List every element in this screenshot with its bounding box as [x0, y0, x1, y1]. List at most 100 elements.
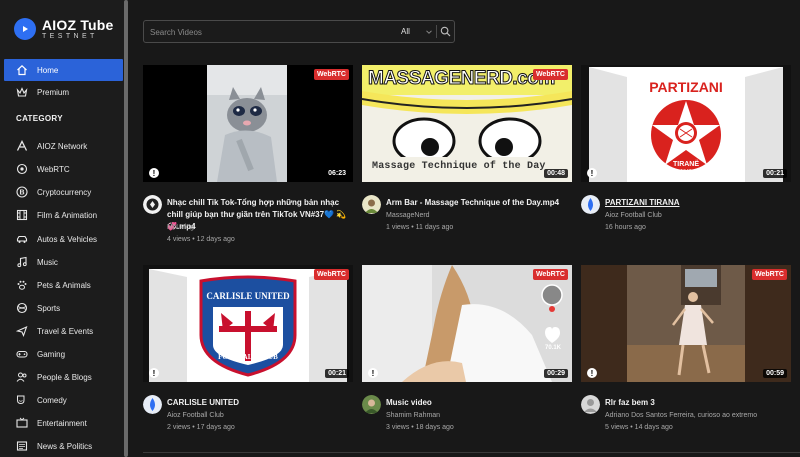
cat-thumbnail-image	[143, 65, 353, 182]
sidebar-item-entertainment[interactable]: Entertainment	[4, 412, 123, 434]
video-thumbnail[interactable]: 70.1K WebRTC 00:29 !	[362, 265, 572, 382]
sidebar-item-aioz-network[interactable]: AIOZ Network	[4, 135, 123, 157]
logo[interactable]: AIOZ Tube TESTNET	[14, 18, 114, 40]
sidebar-item-sports[interactable]: Sports	[4, 297, 123, 319]
logo-title: AIOZ Tube	[42, 17, 114, 33]
music-thumbnail-image	[362, 265, 572, 382]
tv-icon	[16, 417, 28, 429]
home-icon	[16, 64, 28, 76]
bitcoin-icon: B	[16, 186, 28, 198]
sidebar-item-cryptocurrency[interactable]: B Cryptocurrency	[4, 181, 123, 203]
avatar[interactable]	[362, 395, 381, 414]
sidebar-item-travel-events[interactable]: Travel & Events	[4, 320, 123, 342]
avatar[interactable]	[581, 195, 600, 214]
webrtc-badge: WebRTC	[532, 269, 568, 280]
video-meta: 4 views • 12 days ago	[167, 236, 235, 243]
video-duration: 00:48	[544, 169, 568, 178]
sidebar-item-premium[interactable]: Premium	[4, 81, 123, 103]
avatar[interactable]	[581, 395, 600, 414]
video-thumbnail[interactable]: WebRTC 06:23 !	[143, 65, 353, 182]
paw-icon	[16, 279, 28, 291]
webrtc-icon	[16, 163, 28, 175]
video-thumbnail[interactable]: PARTIZANI TIRANË 1946 00:21 !	[581, 65, 791, 182]
video-meta: 3 views • 18 days ago	[386, 424, 454, 431]
search-filter-select[interactable]: All	[401, 27, 410, 36]
video-title[interactable]: CARLISLE UNITED	[167, 397, 353, 409]
webrtc-badge: WebRTC	[751, 269, 787, 280]
sidebar-item-people-blogs[interactable]: People & Blogs	[4, 366, 123, 388]
sidebar-scrollbar[interactable]	[124, 0, 128, 457]
video-duration: 00:21	[763, 169, 787, 178]
news-icon	[16, 440, 28, 452]
video-thumbnail[interactable]: WebRTC 00:59 !	[581, 265, 791, 382]
sidebar-item-pets-animals[interactable]: Pets & Animals	[4, 274, 123, 296]
channel-name[interactable]: MassageNerd	[386, 212, 430, 219]
sidebar-item-news-politics[interactable]: News & Politics	[4, 435, 123, 457]
avatar[interactable]	[143, 395, 162, 414]
carlisle-thumbnail-image	[143, 265, 353, 382]
warning-icon[interactable]: !	[587, 168, 597, 178]
thumbnail-title-text: MASSAGENERD.com	[368, 68, 556, 90]
warning-icon[interactable]: !	[149, 168, 159, 178]
sidebar-item-webrtc[interactable]: WebRTC	[4, 158, 123, 180]
sidebar-item-autos-vehicles[interactable]: Autos & Vehicles	[4, 228, 123, 250]
avatar[interactable]	[143, 195, 162, 214]
channel-name[interactable]: Adriano Dos Santos Ferreira, curioso ao …	[605, 412, 757, 419]
channel-name[interactable]: Aioz Football Club	[605, 212, 662, 219]
sidebar-item-label: AIOZ Network	[37, 141, 88, 151]
thumbnail-club-name: PARTIZANI	[649, 79, 723, 95]
sidebar-item-label: Premium	[37, 87, 70, 97]
dance-thumbnail-image	[581, 265, 791, 382]
sidebar-item-music[interactable]: Music	[4, 251, 123, 273]
video-thumbnail[interactable]: MASSAGENERD.com Massage Technique of the…	[362, 65, 572, 182]
search-bar: All	[143, 20, 455, 43]
sidebar-item-home[interactable]: Home	[4, 59, 123, 81]
webrtc-badge: WebRTC	[532, 69, 568, 80]
thumbnail-club-name: CARLISLE UNITED	[206, 291, 290, 301]
sidebar-item-label: Autos & Vehicles	[37, 234, 98, 244]
sidebar: AIOZ Tube TESTNET Home Premium CATEGORY …	[0, 0, 124, 457]
warning-icon[interactable]: !	[149, 368, 159, 378]
logo-subtitle: TESTNET	[42, 33, 98, 40]
people-icon	[16, 371, 28, 383]
crown-icon	[16, 86, 28, 98]
chevron-down-icon[interactable]	[424, 27, 434, 37]
video-duration: 06:23	[325, 169, 349, 178]
sidebar-item-label: Comedy	[37, 395, 67, 405]
category-heading: CATEGORY	[16, 114, 63, 123]
search-divider	[436, 25, 437, 38]
channel-name[interactable]: MN Vlog	[167, 224, 194, 231]
svg-text:B: B	[19, 190, 24, 197]
video-title[interactable]: Music video	[386, 397, 572, 409]
video-title[interactable]: Rlr faz bem 3	[605, 397, 791, 409]
sidebar-item-comedy[interactable]: Comedy	[4, 389, 123, 411]
video-duration: 00:59	[763, 369, 787, 378]
thumbnail-subtitle-text: Massage Technique of the Day	[372, 161, 546, 172]
sidebar-item-label: Home	[37, 65, 59, 75]
video-thumbnail[interactable]: CARLISLE UNITED FOOTBALL CLUB WebRTC 00:…	[143, 265, 353, 382]
warning-icon[interactable]: !	[587, 368, 597, 378]
sidebar-item-gaming[interactable]: Gaming	[4, 343, 123, 365]
avatar[interactable]	[362, 195, 381, 214]
video-duration: 00:21	[325, 369, 349, 378]
car-icon	[16, 233, 28, 245]
warning-icon[interactable]: !	[368, 368, 378, 378]
video-meta: 16 hours ago	[605, 224, 646, 231]
video-title[interactable]: PARTIZANI TIRANA	[605, 197, 791, 209]
thumbnail-club-subtitle: FOOTBALL CLUB	[218, 353, 278, 361]
sidebar-item-film-animation[interactable]: Film & Animation	[4, 204, 123, 226]
video-title[interactable]: Arm Bar - Massage Technique of the Day.m…	[386, 197, 572, 209]
plane-icon	[16, 325, 28, 337]
video-duration: 00:29	[544, 369, 568, 378]
video-title[interactable]: Nhạc chill Tik Tok-Tổng hợp những bản nh…	[167, 197, 353, 233]
video-meta: 2 views • 17 days ago	[167, 424, 235, 431]
search-input[interactable]	[150, 24, 390, 40]
sidebar-item-label: Sports	[37, 303, 61, 313]
channel-name[interactable]: Shamim Rahman	[386, 412, 440, 419]
video-meta: 1 views • 11 days ago	[386, 224, 454, 231]
music-icon	[16, 256, 28, 268]
channel-name[interactable]: Aioz Football Club	[167, 412, 224, 419]
thumbnail-city-name: TIRANË	[672, 161, 700, 168]
comedy-icon	[16, 394, 28, 406]
search-icon[interactable]	[440, 26, 451, 37]
